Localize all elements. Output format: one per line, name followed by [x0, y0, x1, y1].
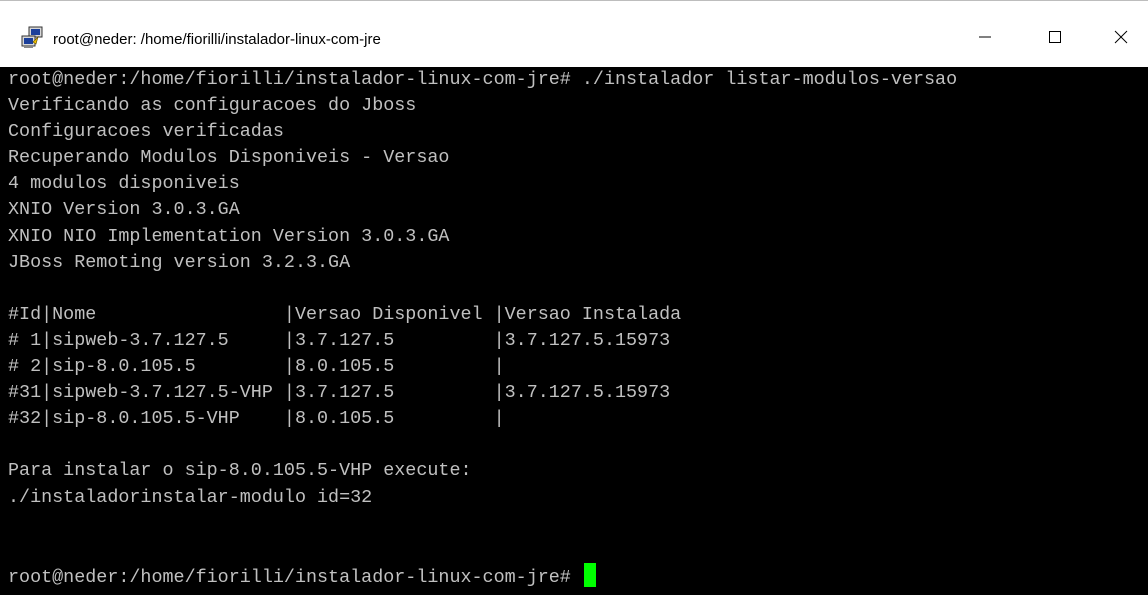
terminal-output[interactable]: root@neder:/home/fiorilli/instalador-lin…: [0, 67, 1148, 595]
terminal-line: root@neder:/home/fiorilli/instalador-lin…: [8, 69, 958, 90]
terminal-line: XNIO NIO Implementation Version 3.0.3.GA: [8, 225, 450, 247]
terminal-line: XNIO Version 3.0.3.GA: [8, 199, 240, 221]
terminal-line: 4 modulos disponiveis: [8, 173, 240, 195]
prompt-line[interactable]: root@neder:/home/fiorilli/instalador-lin…: [8, 562, 1148, 589]
title-bar[interactable]: root@neder: /home/fiorilli/instalador-li…: [0, 0, 1148, 67]
maximize-button[interactable]: [1032, 19, 1078, 59]
close-button[interactable]: [1098, 19, 1144, 59]
terminal-line: Para instalar o sip-8.0.105.5-VHP execut…: [8, 460, 472, 482]
table-header-line: #Id|Nome |Versao Disponivel |Versao Inst…: [8, 303, 682, 325]
terminal-line: Recuperando Modulos Disponiveis - Versao: [8, 147, 450, 169]
table-row-line: #32|sip-8.0.105.5-VHP |8.0.105.5 |: [8, 408, 505, 430]
maximize-icon: [1048, 30, 1062, 49]
table-row-line: #31|sipweb-3.7.127.5-VHP |3.7.127.5 |3.7…: [8, 382, 671, 404]
terminal-line: JBoss Remoting version 3.2.3.GA: [8, 251, 351, 273]
shell-prompt: root@neder:/home/fiorilli/instalador-lin…: [8, 566, 582, 588]
minimize-icon: [978, 30, 992, 49]
minimize-button[interactable]: [962, 19, 1008, 59]
terminal-window: root@neder: /home/fiorilli/instalador-li…: [0, 0, 1148, 595]
table-row-line: # 1|sipweb-3.7.127.5 |3.7.127.5 |3.7.127…: [8, 329, 671, 351]
terminal-line: Verificando as configuracoes do Jboss: [8, 95, 417, 117]
close-icon: [1114, 30, 1128, 49]
terminal-line: ./instaladorinstalar-modulo id=32: [8, 486, 373, 508]
putty-icon[interactable]: [20, 26, 44, 50]
window-title: root@neder: /home/fiorilli/instalador-li…: [53, 31, 381, 48]
table-row-line: # 2|sip-8.0.105.5 |8.0.105.5 |: [8, 356, 505, 378]
text-cursor: [583, 562, 596, 587]
terminal-line: Configuracoes verificadas: [8, 121, 284, 143]
